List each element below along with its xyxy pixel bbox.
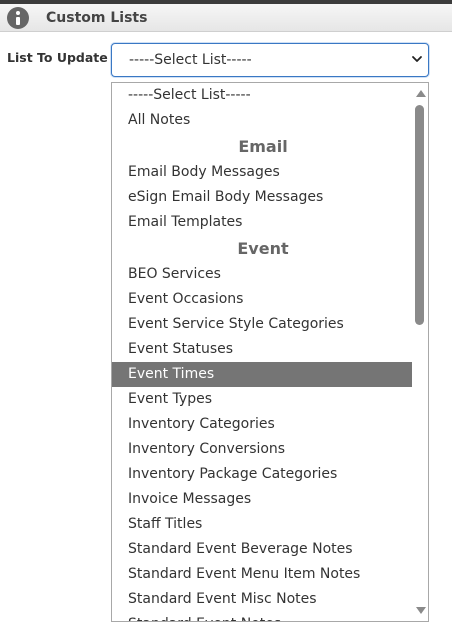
dropdown-option[interactable]: Event Types bbox=[112, 387, 414, 412]
dropdown-option[interactable]: Inventory Categories bbox=[112, 412, 414, 437]
dropdown-option[interactable]: Invoice Messages bbox=[112, 487, 414, 512]
dropdown-option[interactable]: Event Occasions bbox=[112, 287, 414, 312]
dropdown-option[interactable]: Email Templates bbox=[112, 210, 414, 235]
scroll-up-arrow-icon[interactable] bbox=[416, 90, 426, 97]
info-icon bbox=[7, 7, 29, 29]
list-to-update-label: List To Update bbox=[7, 50, 108, 65]
dropdown-option[interactable]: Inventory Package Categories bbox=[112, 462, 414, 487]
dropdown-options: -----Select List----- All Notes Email Email… bbox=[112, 83, 414, 621]
dropdown-option[interactable]: eSign Email Body Messages bbox=[112, 185, 414, 210]
dropdown-option[interactable]: All Notes bbox=[112, 108, 414, 133]
dropdown-option[interactable]: Email Body Messages bbox=[112, 160, 414, 185]
dropdown-option[interactable]: Standard Event Misc Notes bbox=[112, 587, 414, 612]
dropdown-option[interactable]: Staff Titles bbox=[112, 512, 414, 537]
section-title: Custom Lists bbox=[46, 10, 148, 26]
dropdown-option[interactable]: Standard Event Menu Item Notes bbox=[112, 562, 414, 587]
dropdown-scrollbar[interactable] bbox=[412, 83, 428, 621]
scroll-thumb[interactable] bbox=[415, 105, 424, 325]
dropdown-option[interactable]: -----Select List----- bbox=[112, 83, 414, 108]
dropdown-option[interactable]: Inventory Conversions bbox=[112, 437, 414, 462]
list-select-dropdown[interactable]: -----Select List----- All Notes Email Email… bbox=[111, 82, 429, 622]
option-group-email: Email bbox=[238, 137, 288, 156]
scroll-down-arrow-icon[interactable] bbox=[416, 607, 426, 614]
dropdown-option[interactable]: Event Service Style Categories bbox=[112, 312, 414, 337]
list-select[interactable]: -----Select List----- bbox=[111, 43, 429, 77]
section-header: Custom Lists bbox=[0, 4, 452, 32]
dropdown-option[interactable]: BEO Services bbox=[112, 262, 414, 287]
dropdown-option[interactable]: Standard Event Beverage Notes bbox=[112, 537, 414, 562]
dropdown-option[interactable]: Standard Event Notes bbox=[112, 612, 414, 621]
list-select-value: -----Select List----- bbox=[129, 52, 252, 68]
chevron-down-icon bbox=[412, 56, 422, 62]
dropdown-option[interactable]: Event Statuses bbox=[112, 337, 414, 362]
option-group-event: Event bbox=[237, 239, 289, 258]
dropdown-option-selected[interactable]: Event Times bbox=[112, 362, 414, 387]
